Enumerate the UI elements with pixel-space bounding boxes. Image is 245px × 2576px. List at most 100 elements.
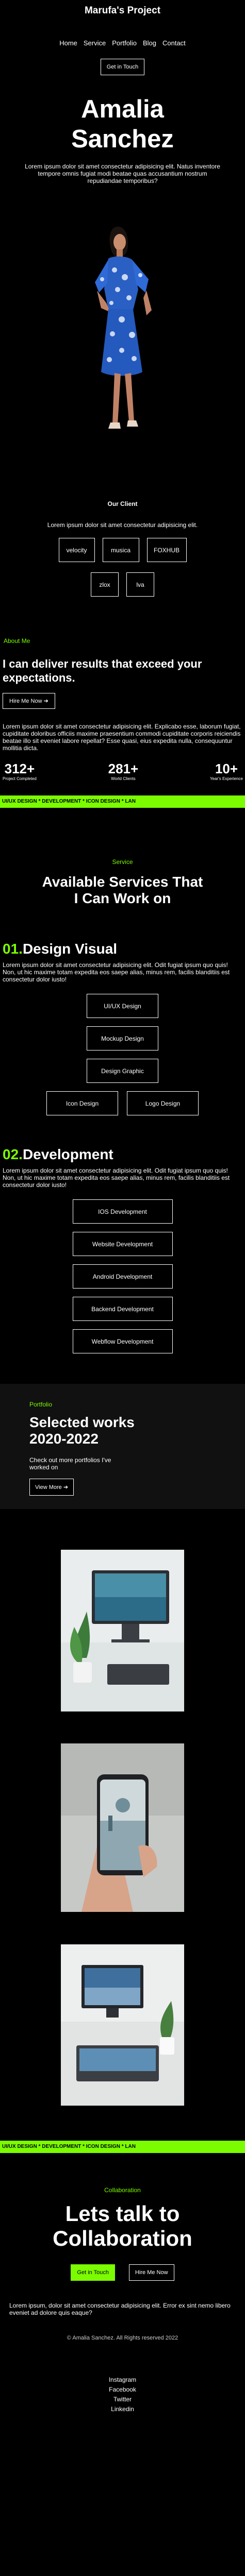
stat-projects: 312+ Project Completed (3, 761, 37, 781)
hero-portrait-image (61, 202, 184, 452)
development-title: 02.Development (3, 1146, 242, 1163)
about-description: Lorem ipsum dolor sit amet consectetur a… (3, 723, 241, 752)
service-website-development[interactable]: Website Development (72, 1232, 173, 1256)
main-nav: Home Service Portfolio Blog Contact (0, 39, 245, 47)
phone-in-hand-image (61, 1743, 184, 1912)
nav-contact[interactable]: Contact (162, 39, 186, 47)
service-ios-development[interactable]: IOS Development (72, 1199, 173, 1224)
social-links: Instagram Facebook Twitter Linkedin (0, 2375, 245, 2414)
brand-title[interactable]: Marufa's Project (0, 5, 245, 16)
collaboration-title-line1: Lets talk to (65, 2201, 180, 2226)
social-link-twitter[interactable]: Twitter (0, 2395, 245, 2404)
clients-section: Our Client Lorem ipsum dolor sit amet co… (0, 500, 245, 597)
client-logo-foxhub: FOXHUB (146, 538, 187, 562)
portfolio-label: Portfolio (29, 1401, 53, 1408)
collaboration-section: Collaboration Lets talk to Collaboration… (0, 2187, 245, 2414)
client-logo-velocity: velocity (58, 538, 95, 562)
design-visual-title: 01.Design Visual (3, 941, 242, 957)
collaboration-title: Lets talk to Collaboration (0, 2201, 245, 2251)
services-title-line2: I Can Work on (74, 890, 171, 906)
collaboration-buttons: Get in Touch Hire Me Now (0, 2264, 245, 2281)
workspace-image (61, 1944, 184, 2106)
client-logo-musica: musica (102, 538, 139, 562)
about-title: I can deliver results that exceed your e… (3, 657, 202, 684)
portfolio-image-phone[interactable] (61, 1743, 184, 1912)
nav-home[interactable]: Home (59, 39, 77, 47)
view-more-button[interactable]: View More ➔ (29, 1479, 74, 1496)
client-logo-lva: lva (126, 572, 154, 597)
stat-number: 10+ (215, 761, 238, 776)
get-in-touch-button[interactable]: Get in Touch (71, 2264, 115, 2281)
portfolio-description: Check out more portfolios I've worked on (29, 1456, 111, 1471)
service-uiux-design[interactable]: UI/UX Design (87, 994, 158, 1018)
section-heading: Development (22, 1146, 113, 1162)
portfolio-title-line2: 2020-2022 (29, 1431, 99, 1447)
about-section: About Me I can deliver results that exce… (0, 637, 245, 781)
service-design-graphic[interactable]: Design Graphic (87, 1059, 158, 1083)
skills-marquee: UI/UX DESIGN * DEVELOPMENT * ICON DESIGN… (0, 795, 245, 808)
service-webflow-development[interactable]: Webflow Development (72, 1329, 173, 1353)
stat-label: World Clients (111, 776, 136, 781)
nav-service[interactable]: Service (84, 39, 106, 47)
client-logo-row: velocity musica FOXHUB (0, 538, 245, 562)
stat-number: 281+ (108, 761, 139, 776)
portrait-illustration (61, 202, 184, 452)
social-link-facebook[interactable]: Facebook (0, 2385, 245, 2395)
collaboration-description: Lorem ipsum, dolor sit amet consectetur … (9, 2302, 231, 2316)
clients-description: Lorem ipsum dolor sit amet consectetur a… (47, 521, 198, 529)
hire-me-button[interactable]: Hire Me Now (128, 2264, 174, 2281)
design-visual-description: Lorem ipsum dolor sit amet consectetur a… (3, 961, 230, 983)
hero-name-line2: Sanchez (71, 125, 174, 153)
collaboration-label: Collaboration (104, 2187, 141, 2194)
portfolio-gallery (61, 1550, 184, 2106)
services-label: Service (112, 858, 133, 866)
design-services-list: UI/UX Design Mockup Design Design Graphi… (3, 994, 242, 1115)
clients-title: Our Client (107, 500, 138, 507)
portfolio-title-line1: Selected works (29, 1414, 135, 1430)
service-row: Icon Design Logo Design (46, 1091, 199, 1115)
client-logo-zlox: zlox (91, 572, 119, 597)
hero-name: Amalia Sanchez (0, 94, 245, 154)
laptop-desk-image (61, 1550, 184, 1711)
stat-clients: 281+ World Clients (108, 761, 139, 781)
about-label: About Me (4, 637, 30, 645)
service-android-development[interactable]: Android Development (72, 1264, 173, 1289)
design-visual-block: 01.Design Visual Lorem ipsum dolor sit a… (0, 941, 245, 1115)
service-icon-design[interactable]: Icon Design (46, 1091, 118, 1115)
services-title-line1: Available Services That (42, 874, 203, 890)
nav-blog[interactable]: Blog (143, 39, 156, 47)
stat-experience: 10+ Year's Experience (210, 761, 243, 781)
service-mockup-design[interactable]: Mockup Design (87, 1026, 158, 1050)
service-logo-design[interactable]: Logo Design (127, 1091, 199, 1115)
section-number: 01. (3, 941, 23, 957)
portfolio-title: Selected works 2020-2022 (29, 1414, 245, 1447)
social-link-instagram[interactable]: Instagram (0, 2375, 245, 2385)
site-header: Marufa's Project Home Service Portfolio … (0, 0, 245, 75)
stats-row: 312+ Project Completed 281+ World Client… (3, 761, 243, 781)
service-backend-development[interactable]: Backend Development (72, 1297, 173, 1321)
development-services-list: IOS Development Website Development Andr… (3, 1199, 242, 1353)
get-in-touch-button[interactable]: Get in Touch (100, 59, 145, 75)
hire-me-button[interactable]: Hire Me Now ➔ (3, 693, 55, 709)
development-block: 02.Development Lorem ipsum dolor sit ame… (0, 1146, 245, 1353)
hero-section: Amalia Sanchez Lorem ipsum dolor sit ame… (0, 94, 245, 452)
development-description: Lorem ipsum dolor sit amet consectetur a… (3, 1167, 230, 1189)
portfolio-image-laptop[interactable] (61, 1550, 184, 1711)
stat-label: Project Completed (3, 776, 37, 781)
services-title: Available Services That I Can Work on (0, 874, 245, 907)
stat-label: Year's Experience (210, 776, 243, 781)
skills-marquee: UI/UX DESIGN * DEVELOPMENT * ICON DESIGN… (0, 2141, 245, 2153)
copyright-text: © Amalia Sanchez. All Rights reserved 20… (67, 2335, 178, 2341)
services-header: Service Available Services That I Can Wo… (0, 858, 245, 907)
collaboration-title-line2: Collaboration (53, 2226, 192, 2250)
section-heading: Design Visual (22, 941, 118, 957)
hero-description: Lorem ipsum dolor sit amet consectetur a… (25, 163, 220, 184)
stat-number: 312+ (4, 761, 35, 776)
social-link-linkedin[interactable]: Linkedin (0, 2404, 245, 2414)
portfolio-image-workspace[interactable] (61, 1944, 184, 2106)
section-number: 02. (3, 1146, 23, 1162)
client-logo-row: zlox lva (0, 572, 245, 597)
page: Marufa's Project Home Service Portfolio … (0, 0, 245, 2414)
portfolio-section: Portfolio Selected works 2020-2022 Check… (0, 1384, 245, 1509)
nav-portfolio[interactable]: Portfolio (112, 39, 137, 47)
